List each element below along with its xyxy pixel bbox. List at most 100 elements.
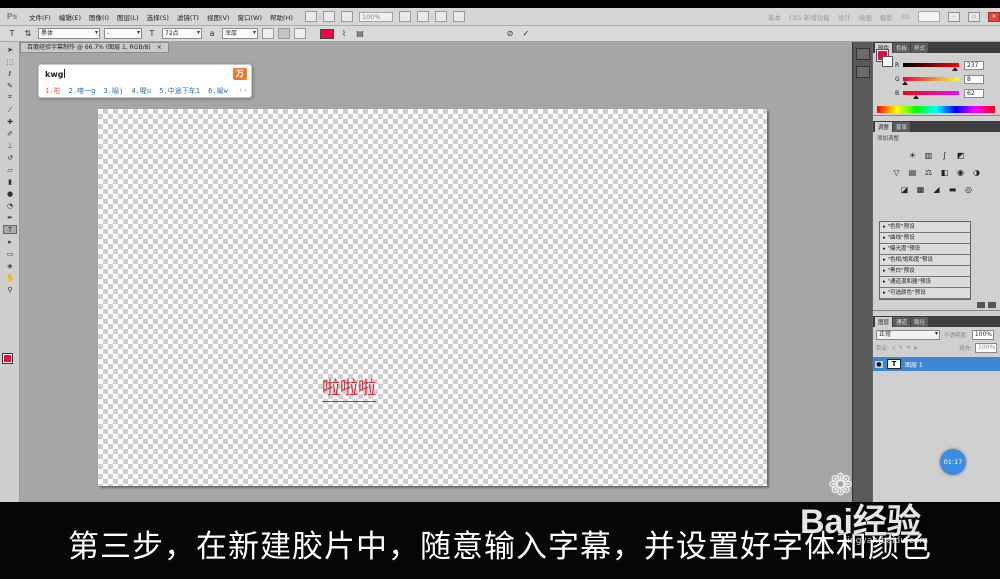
brush-tool-icon[interactable]: ✐ [3,129,17,138]
eraser-tool-icon[interactable]: ▱ [3,165,17,174]
lock-all-icon[interactable]: 🔒︎ [914,345,917,352]
green-value-field[interactable]: 8 [964,74,984,84]
threshold-icon[interactable]: ◢ [931,184,942,195]
bridge-button[interactable] [304,11,317,22]
collapsed-panel-button[interactable] [856,66,870,78]
red-value-field[interactable]: 237 [964,60,984,70]
blur-tool-icon[interactable]: ● [3,189,17,198]
workspace-3d[interactable]: 3D [901,13,910,21]
ime-candidate[interactable]: 4.喔u [131,87,151,95]
zoom-level-field[interactable]: 100% [358,11,393,22]
blue-slider-knob[interactable] [913,95,920,99]
path-selection-tool-icon[interactable]: ▸ [3,237,17,246]
crop-tool-icon[interactable]: ⌗ [3,93,17,102]
hue-saturation-icon[interactable]: ▤ [907,167,918,178]
fill-field[interactable]: 100% [975,343,997,353]
restore-button[interactable]: ▫ [968,11,980,22]
align-center-button[interactable] [278,28,290,39]
ime-candidate[interactable]: 6.喻w [208,87,228,95]
rotate-view-button[interactable] [416,11,429,22]
cancel-edits-icon[interactable]: ⊘ [504,29,516,38]
search-field[interactable] [918,11,940,22]
menu-file[interactable]: 文件(F) [25,12,55,22]
clone-stamp-tool-icon[interactable]: ⊥ [3,141,17,150]
tab-channels[interactable]: 通道 [893,317,911,327]
lock-image-icon[interactable]: ✎ [899,345,904,351]
minimize-button[interactable]: – [948,11,960,22]
gradient-map-icon[interactable]: ▬ [947,184,958,195]
layer-name[interactable]: 图层 1 [905,360,923,369]
red-slider-knob[interactable] [952,67,959,71]
green-slider-knob[interactable] [901,81,908,85]
menu-view[interactable]: 视图(V) [203,12,234,22]
ime-candidate[interactable]: 1.啦 [45,87,60,95]
move-tool-icon[interactable]: ➤ [3,45,17,54]
hand-tool-button[interactable] [398,11,411,22]
type-tool-preset-icon[interactable]: T [6,29,18,38]
close-window-button[interactable]: × [988,11,1000,22]
tab-paths[interactable]: 路径 [911,317,929,327]
lock-transparency-icon[interactable]: ▫ [892,345,896,351]
pen-tool-icon[interactable]: ✒ [3,213,17,222]
preset-item[interactable]: "曝光度"预设 [880,244,970,255]
workspace-photography[interactable]: 摄影 [880,12,893,22]
opacity-field[interactable]: 100% [971,330,994,340]
tab-masks[interactable]: 蒙版 [893,122,911,132]
menu-window[interactable]: 窗口(W) [233,12,266,22]
channel-mixer-icon[interactable]: ◑ [971,167,982,178]
healing-brush-tool-icon[interactable]: ✚ [3,117,17,126]
3d-rotate-tool-icon[interactable]: ◈ [3,261,17,270]
preset-item[interactable]: "通道混和器"预设 [880,277,970,288]
quick-select-tool-icon[interactable]: ✎ [3,81,17,90]
lock-position-icon[interactable]: ✛ [906,345,911,351]
align-right-button[interactable] [294,28,306,39]
character-panel-icon[interactable]: ▤ [354,29,366,38]
tab-adjustments[interactable]: 调整 [875,122,893,132]
menu-layer[interactable]: 图层(L) [113,12,143,22]
menu-select[interactable]: 选择(S) [143,12,173,22]
marquee-tool-icon[interactable]: ⬚ [3,57,17,66]
blue-value-field[interactable]: 62 [964,88,984,98]
tab-styles[interactable]: 样式 [911,43,929,53]
layer-row[interactable]: ● T 图层 1 [873,357,1000,371]
document-canvas[interactable]: 啦啦啦 [98,109,767,486]
preset-item[interactable]: "色阶"预设 [880,222,970,233]
shape-tool-icon[interactable]: ▭ [3,249,17,258]
tab-swatches[interactable]: 色板 [893,43,911,53]
warp-text-icon[interactable]: ⌇ [338,29,350,38]
zoom-tool-icon[interactable]: ⚲ [3,285,17,294]
gradient-tool-icon[interactable]: ▮ [3,177,17,186]
preset-item[interactable]: "可选颜色"预设 [880,288,970,299]
color-balance-icon[interactable]: ⚖ [923,167,934,178]
curves-icon[interactable]: ∫ [939,150,950,161]
black-white-icon[interactable]: ◧ [939,167,950,178]
ime-page-nav[interactable]: ‹ › [239,86,247,94]
preset-item[interactable]: "曲线"预设 [880,233,970,244]
text-color-swatch[interactable] [320,28,334,39]
text-orientation-icon[interactable]: ⇅ [22,29,34,38]
hand-tool-icon[interactable]: ✋ [3,273,17,282]
tab-layers[interactable]: 图层 [875,317,893,327]
collapsed-panel-button[interactable] [856,48,870,60]
history-brush-tool-icon[interactable]: ↺ [3,153,17,162]
invert-icon[interactable]: ◪ [899,184,910,195]
background-color-chip[interactable] [882,56,893,67]
green-slider[interactable] [901,77,959,85]
antialias-select[interactable]: 浑厚 [222,28,258,39]
menu-help[interactable]: 帮助(H) [266,12,297,22]
brightness-contrast-icon[interactable]: ☀ [907,150,918,161]
posterize-icon[interactable]: ▦ [915,184,926,195]
arrange-documents-button[interactable] [434,11,447,22]
vibrance-icon[interactable]: ▽ [891,167,902,178]
close-tab-icon[interactable]: × [157,44,162,51]
panel-menu-icon[interactable] [977,302,985,308]
visibility-eye-icon[interactable]: ● [875,360,883,368]
mini-bridge-button[interactable] [322,11,335,22]
panel-options-icon[interactable] [988,302,996,308]
font-size-select[interactable]: 72点 [162,28,202,39]
blue-slider[interactable] [903,91,959,99]
workspace-painting[interactable]: 绘画 [859,12,872,22]
workspace-essentials[interactable]: 基本 [768,12,781,22]
align-left-button[interactable] [262,28,274,39]
lasso-tool-icon[interactable]: ℓ [3,69,17,78]
